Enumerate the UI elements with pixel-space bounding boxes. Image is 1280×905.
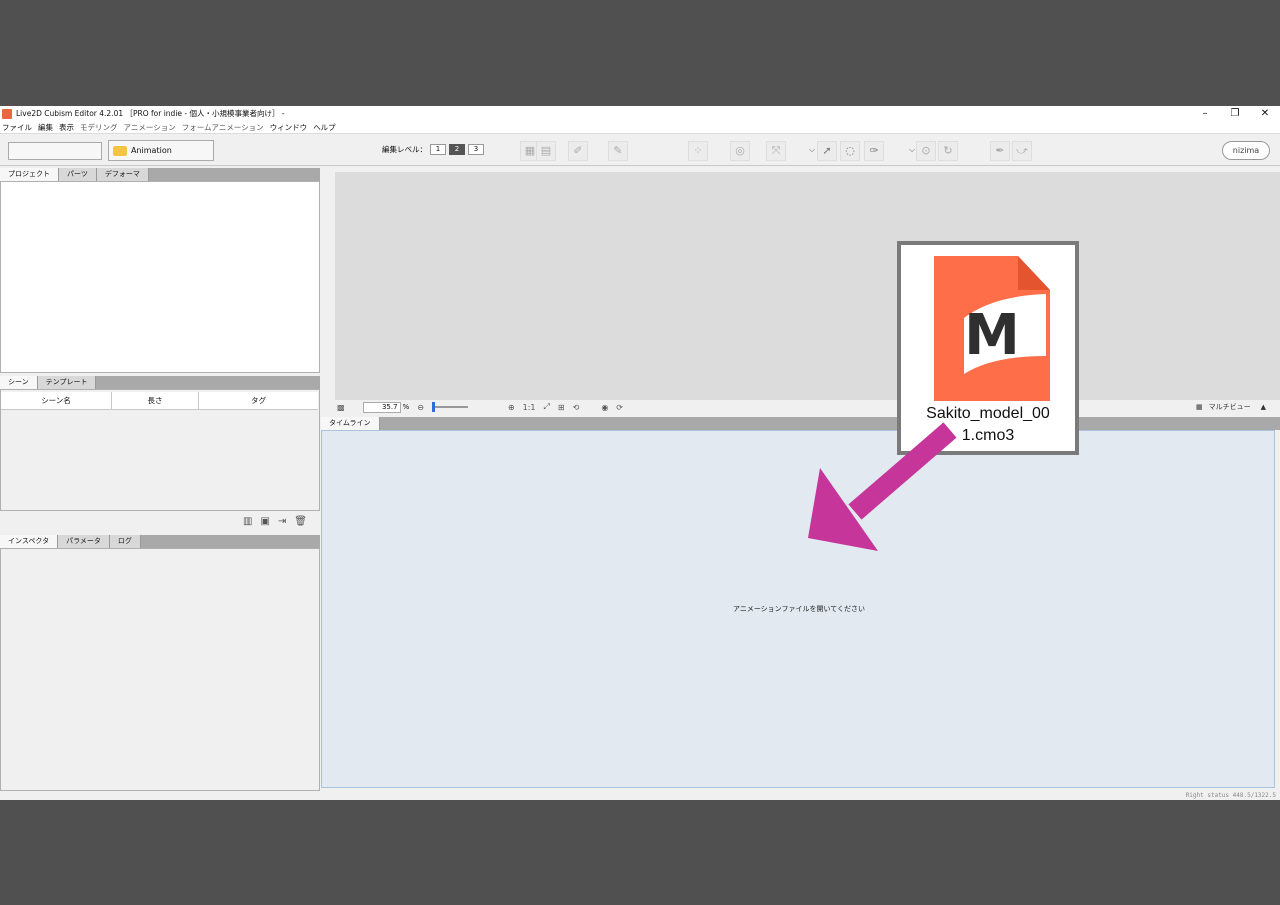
canvas-viewport[interactable] [335,172,1280,400]
multiview-control[interactable]: ▦ マルチビュー ▲ [1196,402,1266,412]
deform-path-icon[interactable]: ✐ [568,141,588,161]
edit-level-2-button[interactable]: 2 [449,144,465,155]
duplicate-scene-icon[interactable]: ▣ [260,516,269,527]
mesh-auto-icon[interactable]: ▤ [536,141,556,161]
tab-scene[interactable]: シーン [0,376,38,389]
tab-timeline[interactable]: タイムライン [321,417,380,430]
link-tool-icon[interactable]: ⤻ [1012,141,1032,161]
menu-edit[interactable]: 編集 [38,122,53,133]
menu-modeling[interactable]: モデリング [80,122,118,133]
edit-level-group: 編集レベル： 1 2 3 [382,144,484,155]
mode-label: Animation [131,146,172,155]
physics-icon[interactable]: ⟳ [616,403,623,412]
file-icon-letter: M [964,303,1020,368]
chevron-up-icon: ▲ [1260,403,1266,411]
tab-parts[interactable]: パーツ [59,168,97,181]
project-panel [0,181,320,373]
scene-tabs: シーン テンプレート [0,376,320,389]
cmo3-file-icon: M [934,256,1050,401]
tab-template[interactable]: テンプレート [37,376,97,389]
window-controls: – ❐ ✕ [1190,106,1280,121]
column-tag[interactable]: タグ [199,392,318,409]
lasso-tool-icon[interactable]: ◌ [840,141,860,161]
mode-select[interactable]: Animation ⌵ [108,140,915,161]
pin-tool-icon[interactable]: ⊙ [916,141,936,161]
warp-deformer-icon[interactable]: ⁘ [688,141,708,161]
zoom-unit: % [402,403,410,411]
menu-bar: ファイル 編集 表示 モデリング アニメーション フォームアニメーション ウィン… [0,121,1280,134]
tab-parameters[interactable]: パラメータ [58,535,110,548]
zoom-input[interactable]: 35.7 [362,401,401,413]
zoom-out-icon[interactable]: ⊖ [417,403,424,412]
column-scene-name[interactable]: シーン名 [1,392,112,409]
menu-file[interactable]: ファイル [2,122,32,133]
project-tabs: プロジェクト パーツ デフォーマ [0,168,320,181]
rotate-tool-icon[interactable]: ↻ [938,141,958,161]
multiview-label: マルチビュー [1208,403,1251,411]
open-animation-message: アニメーションファイルを開いてください [732,605,866,613]
glue-icon[interactable]: ⤧ [766,141,786,161]
window-title: Live2D Cubism Editor 4.2.01 ［PRO for ind… [16,109,285,118]
toggle-display-icon[interactable]: ◉ [601,403,608,412]
inspector-panel [0,548,320,791]
actual-size-button[interactable]: 1:1 [523,403,536,412]
menu-form-animation[interactable]: フォームアニメーション [182,122,264,133]
import-scene-icon[interactable]: ⇥ [278,516,286,527]
status-text: Right status 448.5/1322.5 [1185,792,1276,799]
fit-icon[interactable]: ⤢ [544,402,550,412]
tab-deformer[interactable]: デフォーマ [96,168,149,181]
edit-level-3-button[interactable]: 3 [468,144,484,155]
zoom-in-icon[interactable]: ⊕ [508,403,515,412]
menu-animation[interactable]: アニメーション [124,122,176,133]
rotation-deformer-icon[interactable]: ◎ [730,141,750,161]
arrow-tool-icon[interactable]: ➚ [817,141,837,161]
title-bar: Live2D Cubism Editor 4.2.01 ［PRO for ind… [0,106,1280,121]
menu-view[interactable]: 表示 [59,122,74,133]
cubism-app-icon [2,108,12,119]
edit-level-label: 編集レベル： [382,145,427,154]
animation-mode-icon [113,145,127,156]
nizima-button[interactable]: nizima [1222,141,1270,160]
inspector-tabs: インスペクタ パラメータ ログ [0,535,320,548]
tab-inspector[interactable]: インスペクタ [0,535,59,548]
reset-view-icon[interactable]: ⟲ [573,403,580,412]
menu-help[interactable]: ヘルプ [313,122,336,133]
tab-log[interactable]: ログ [109,535,141,548]
model-select[interactable]: ⌵ [8,142,815,160]
edit-level-1-button[interactable]: 1 [430,144,446,155]
auto-generate-icon[interactable]: ✎ [608,141,628,161]
close-button[interactable]: ✕ [1250,106,1280,121]
main-toolbar: ⌵ Animation ⌵ 編集レベル： 1 2 3 ▦ ▤ ✐ ✎ ⁘ ◎ ⤧… [0,135,1280,166]
multiview-icon: ▦ [1195,403,1203,411]
add-scene-icon[interactable]: ▥ [243,516,252,527]
brush-tool-icon[interactable]: ✑ [864,141,884,161]
restore-button[interactable]: ❐ [1220,106,1250,121]
column-length[interactable]: 長さ [112,392,199,409]
scene-actions: ▥ ▣ ⇥ 🗑 [243,516,315,527]
viewport-toolbar: ▩ 35.7 % ⊖ ⊕ 1:1 ⤢ ⊞ ⟲ ◉ ⟳ ▦ マルチビュー ▲ [335,400,1280,414]
timeline-panel[interactable]: アニメーションファイルを開いてください [321,430,1275,788]
zoom-slider[interactable] [431,402,468,412]
trash-icon[interactable]: 🗑 [294,516,307,527]
drag-arrow [808,422,957,551]
frame-icon[interactable]: ⊞ [558,403,565,412]
menu-window[interactable]: ウィンドウ [270,122,308,133]
status-bar: Right status 448.5/1322.5 [0,792,1280,800]
pen-tool-icon[interactable]: ✒ [990,141,1010,161]
checker-background-icon[interactable]: ▩ [337,403,345,412]
minimize-button[interactable]: – [1190,106,1220,121]
tab-project[interactable]: プロジェクト [0,168,59,181]
cubism-editor-window: Live2D Cubism Editor 4.2.01 ［PRO for ind… [0,106,1280,800]
scene-table-header: シーン名 長さ タグ [1,392,318,410]
